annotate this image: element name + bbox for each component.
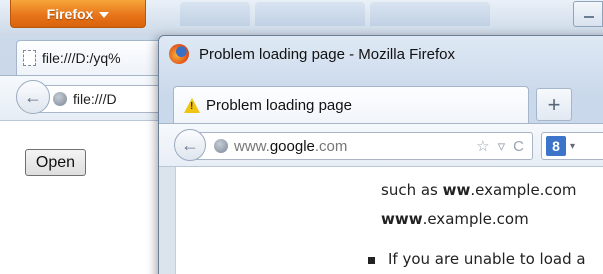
url-bar[interactable]: www.google.com ☆ ▿ C [191,132,533,160]
window-title: Problem loading page - Mozilla Firefox [199,45,455,63]
url-bar-icons: ☆ ▿ C [476,137,524,156]
open-button[interactable]: Open [25,149,86,176]
page-icon [23,50,36,66]
error-page-body: such as ww.example.com www.example.com I… [175,167,603,274]
suggestion-line: www.example.com [381,210,529,228]
error-page-content: such as ww.example.com www.example.com I… [159,167,603,274]
url-text: www.google.com [234,137,348,155]
blurred-tab [370,2,490,26]
arrow-left-icon: ← [181,134,199,155]
arrow-left-icon: ← [24,86,42,107]
search-engine-selector[interactable]: 8 ▾ [541,132,603,160]
back-tab[interactable]: file:///D:/yq% [16,40,166,75]
suggestion-line: If you are unable to load a [388,250,586,268]
front-titlebar: Problem loading page - Mozilla Firefox [169,44,455,64]
reload-icon[interactable]: C [513,138,524,155]
firefox-logo-icon [169,44,189,64]
globe-icon [214,139,228,153]
minimize-button[interactable] [573,1,603,27]
firefox-menu-button[interactable]: Firefox [10,0,146,28]
new-tab-button[interactable]: + [536,88,572,121]
blurred-tab [180,2,250,26]
dropdown-arrow-icon: ▾ [570,140,576,152]
google-plus-icon: 8 [546,136,566,156]
back-button[interactable]: ← [16,80,50,114]
front-navbar: ← www.google.com ☆ ▿ C 8 ▾ [159,123,603,167]
blurred-tab [255,2,365,26]
bookmark-star-icon[interactable]: ☆ [476,137,489,155]
chevron-down-icon [99,11,110,18]
warning-icon [184,97,200,113]
back-tab-label: file:///D:/yq% [42,50,121,66]
back-button[interactable]: ← [174,129,206,161]
globe-icon [53,92,67,106]
front-browser-window: Problem loading page - Mozilla Firefox P… [158,35,603,274]
dropdown-arrow-icon[interactable]: ▿ [498,137,506,155]
back-url-text: file:///D [73,91,117,107]
firefox-menu-label: Firefox [46,5,94,22]
bullet-icon [368,257,375,264]
front-tab-label: Problem loading page [206,96,352,114]
suggestion-line: such as ww.example.com [381,181,577,199]
tab-problem-loading[interactable]: Problem loading page [173,86,529,123]
